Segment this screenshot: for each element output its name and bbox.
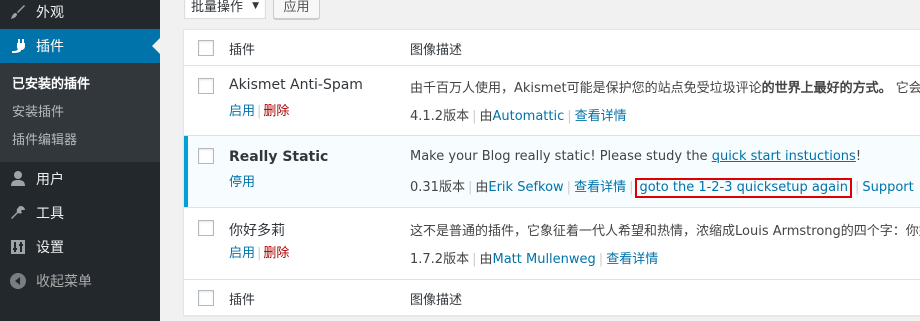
view-details-link[interactable]: 查看详情 <box>574 180 626 195</box>
plugin-icon <box>0 37 36 55</box>
by-label: 由 <box>479 109 493 124</box>
admin-sidebar: 外观 插件 已安装的插件 安装插件 插件编辑器 用户 工具 设置 收起菜单 <box>0 0 160 321</box>
plugin-actions: 启用 | 删除 <box>229 242 289 261</box>
apply-button[interactable]: 应用 <box>273 0 320 19</box>
plugin-checkbox[interactable] <box>198 78 214 94</box>
table-header: 插件 图像描述 <box>184 30 920 66</box>
description-text-tail: 它会 <box>891 81 920 96</box>
menu-tools-label: 工具 <box>36 206 64 222</box>
by-label: 由 <box>479 252 493 267</box>
menu-appearance[interactable]: 外观 <box>0 0 160 29</box>
plugins-table: 插件 图像描述 Akismet Anti-Spam 启用 | 删除 由千百万人使用，… <box>183 29 920 316</box>
plugins-submenu: 已安装的插件 安装插件 插件编辑器 <box>0 63 160 162</box>
description-text: 由千百万人使用，Akismet可能是保护您的站点免受垃圾评论 <box>410 81 762 96</box>
description-text: Make your Blog really static! Please stu… <box>410 149 712 164</box>
meta-separator: | <box>854 180 860 195</box>
user-icon <box>0 170 36 188</box>
plugin-name: Akismet Anti-Spam <box>229 77 363 93</box>
plugin-checkbox[interactable] <box>198 148 214 164</box>
plugin-description: 这不是普通的插件，它象征着一代人希望和热情，浓缩成Louis Armstrong… <box>410 220 920 239</box>
quicksetup-link[interactable]: goto the 1-2-3 quicksetup again <box>639 180 848 195</box>
select-all-checkbox-footer[interactable] <box>198 290 214 306</box>
meta-separator: | <box>467 180 473 195</box>
plugin-version: 0.31版本 <box>410 180 465 195</box>
table-footer: 插件 图像描述 <box>184 280 920 317</box>
quick-start-link[interactable]: quick start instuctions <box>712 149 856 164</box>
author-link[interactable]: Erik Sefkow <box>488 180 563 195</box>
column-footer-plugin: 插件 <box>229 293 256 308</box>
menu-users[interactable]: 用户 <box>0 162 160 196</box>
action-separator: | <box>257 246 262 261</box>
menu-plugins[interactable]: 插件 <box>0 29 160 63</box>
meta-separator: | <box>472 109 477 124</box>
description-bold-text: 的世界上最好的方式。 <box>761 81 892 96</box>
column-header-plugin: 插件 <box>229 43 256 58</box>
plugin-name: Really Static <box>229 149 329 165</box>
column-header-description: 图像描述 <box>410 43 463 58</box>
delete-link[interactable]: 删除 <box>263 246 289 261</box>
paintbrush-icon <box>0 3 36 21</box>
submenu-plugin-editor[interactable]: 插件编辑器 <box>0 128 160 156</box>
plugin-description: 由千百万人使用，Akismet可能是保护您的站点免受垃圾评论的世界上最好的方式。… <box>410 77 920 96</box>
meta-separator: | <box>472 252 477 267</box>
menu-users-label: 用户 <box>36 172 64 188</box>
action-separator: | <box>257 104 262 119</box>
collapse-arrow-icon <box>0 272 36 290</box>
meta-separator: | <box>566 180 572 195</box>
plugin-row-hello-dolly: 你好多莉 启用 | 删除 这不是普通的插件，它象征着一代人希望和热情，浓缩成Loui… <box>184 208 920 280</box>
menu-settings[interactable]: 设置 <box>0 230 160 264</box>
view-details-link[interactable]: 查看详情 <box>606 252 658 267</box>
plugin-meta: 4.1.2版本 | 由Automattic | 查看详情 <box>410 105 627 124</box>
select-all-checkbox[interactable] <box>198 40 214 56</box>
description-text: 这不是普通的插件，它象征着一代人希望和热情，浓缩成Louis Armstrong… <box>410 224 920 239</box>
menu-plugins-label: 插件 <box>36 39 64 55</box>
plugin-row-really-static: Really Static 停用 Make your Blog really s… <box>184 136 920 208</box>
plugin-actions: 停用 <box>229 171 255 190</box>
meta-separator: | <box>629 180 634 195</box>
collapse-menu-button[interactable]: 收起菜单 <box>0 264 160 298</box>
plugin-meta: 1.7.2版本 | 由Matt Mullenweg | 查看详情 <box>410 248 658 267</box>
dropdown-caret-icon: ▼ <box>252 1 259 11</box>
plugin-name: 你好多莉 <box>229 223 285 239</box>
author-link[interactable]: Automattic <box>492 109 564 124</box>
quicksetup-highlight: goto the 1-2-3 quicksetup again <box>635 178 852 198</box>
collapse-menu-label: 收起菜单 <box>36 274 92 290</box>
deactivate-link[interactable]: 停用 <box>229 175 255 190</box>
bulk-action-value: 批量操作 <box>191 0 244 15</box>
by-label: 由 <box>475 180 489 195</box>
menu-appearance-label: 外观 <box>36 5 64 21</box>
column-footer-description: 图像描述 <box>410 293 463 308</box>
plugin-meta: 0.31版本 | 由Erik Sefkow | 查看详情 | goto the 1-2-3 … <box>410 176 914 198</box>
meta-separator: | <box>567 109 572 124</box>
menu-tools[interactable]: 工具 <box>0 196 160 230</box>
menu-settings-label: 设置 <box>36 240 64 256</box>
activate-link[interactable]: 启用 <box>229 104 255 119</box>
author-link[interactable]: Matt Mullenweg <box>492 252 595 267</box>
bulk-action-select[interactable]: 批量操作 ▼ <box>184 0 266 19</box>
plugin-version: 4.1.2版本 <box>410 109 470 124</box>
submenu-installed-plugins[interactable]: 已安装的插件 <box>0 72 160 100</box>
settings-sliders-icon <box>0 238 36 256</box>
activate-link[interactable]: 启用 <box>229 246 255 261</box>
plugin-actions: 启用 | 删除 <box>229 100 289 119</box>
meta-separator: | <box>598 252 604 267</box>
wrench-icon <box>0 204 36 222</box>
submenu-add-plugins[interactable]: 安装插件 <box>0 100 160 128</box>
view-details-link[interactable]: 查看详情 <box>575 109 627 124</box>
delete-link[interactable]: 删除 <box>263 104 289 119</box>
description-text-tail: ! <box>855 149 862 164</box>
plugin-version: 1.7.2版本 <box>410 252 470 267</box>
plugin-checkbox[interactable] <box>198 220 214 236</box>
plugin-description: Make your Blog really static! Please stu… <box>410 149 861 164</box>
plugin-row-akismet: Akismet Anti-Spam 启用 | 删除 由千百万人使用，Akismet可… <box>184 66 920 136</box>
support-link[interactable]: Support <box>862 180 913 195</box>
